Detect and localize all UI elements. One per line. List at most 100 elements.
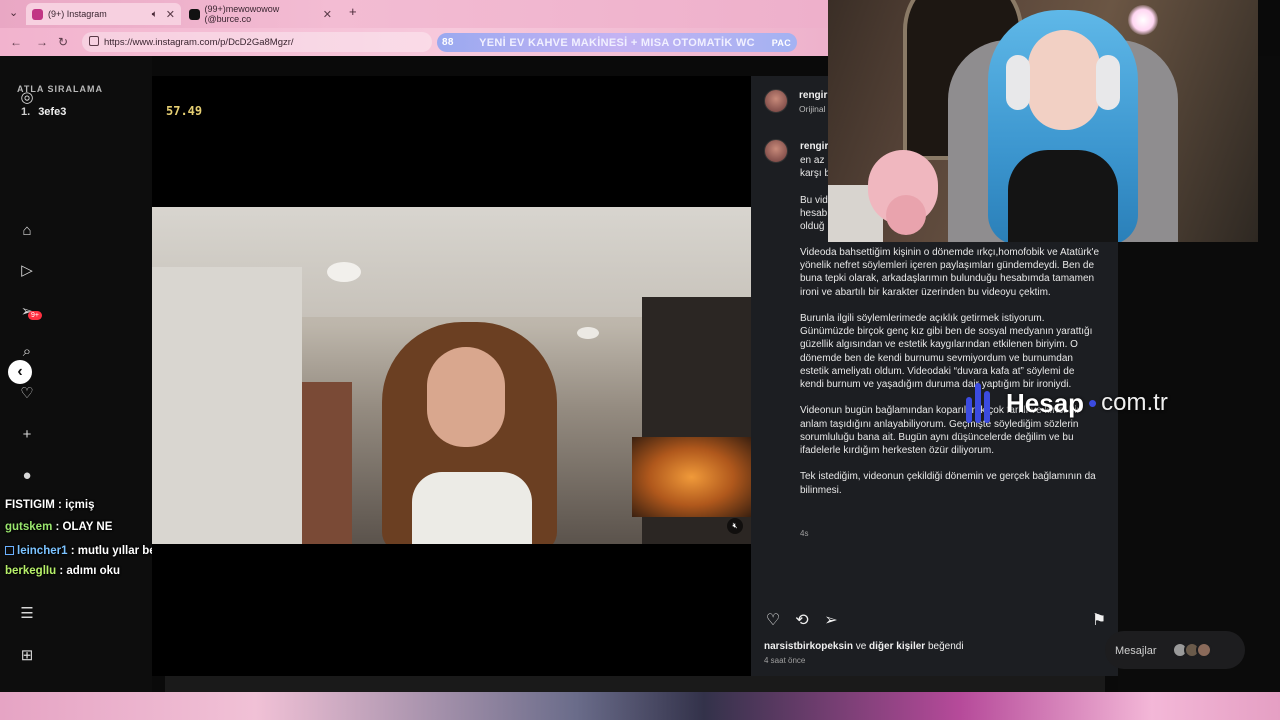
browser-tab-bar: ⌄ (9+) Instagram 🔈︎ ✕ (99+)mewowowow (@b… (0, 0, 828, 28)
chat-text: : içmiş (58, 499, 95, 511)
caption-timestamp[interactable]: 4s (800, 529, 808, 538)
author-handle[interactable]: rengir (799, 90, 827, 101)
watermark-dot-icon: • (1088, 387, 1098, 418)
chat-text: : OLAY NE (55, 521, 113, 533)
post-caption: Videoda bahsettiğim kişinin o dönemde ır… (800, 246, 1100, 510)
webcam-lamp (1128, 5, 1158, 35)
overlay-marquee-banner: 88 YENİ EV KAHVE MAKİNESİ + MISA OTOMATİ… (437, 33, 797, 52)
url-text: https://www.instagram.com/p/DcD2Ga8Mgzr/ (104, 36, 294, 48)
tab-label: (9+) Instagram (48, 9, 107, 19)
leaderboard-entry: 1. 3efe3 (21, 106, 66, 118)
leaderboard-name: 3efe3 (38, 106, 67, 118)
liked-by-text: narsistbirkopeksin ve diğer kişiler beğe… (764, 641, 964, 652)
previous-post-chevron-icon[interactable]: ‹ (8, 360, 32, 384)
liked-by-others[interactable]: diğer kişiler (869, 641, 925, 652)
instagram-favicon-icon (32, 8, 43, 20)
caption-fragment: en az (800, 155, 825, 166)
webcam-plush-bear (886, 195, 926, 235)
chat-message: berkeglIu : adımı oku (5, 565, 120, 577)
video-person-shirt (412, 472, 532, 544)
browser-address-bar: ← → ↻ https://www.instagram.com/p/DcD2Ga… (0, 28, 828, 56)
like-heart-icon[interactable]: ♡ (763, 610, 783, 630)
chat-user: gutskem (5, 521, 53, 533)
chat-user: FISTIGIM (5, 499, 55, 511)
watermark-tld: com.tr (1101, 389, 1168, 416)
watermark-bars-icon (966, 383, 998, 423)
author-avatar[interactable] (764, 89, 788, 113)
back-arrow-icon[interactable]: ← (10, 35, 22, 49)
tab-label: (99+)mewowowow (@burce.co (204, 4, 280, 24)
marquee-number: 88 (442, 37, 454, 48)
liked-by-connector: ve (852, 641, 870, 652)
avatar (1196, 642, 1212, 658)
stream-bottom-banner (0, 692, 1280, 720)
tiktok-favicon-icon (189, 8, 200, 20)
forward-arrow-icon[interactable]: → (36, 35, 48, 49)
video-ceiling-light (577, 327, 599, 339)
notification-badge: 9+ (28, 311, 42, 320)
video-oven-light (632, 437, 751, 517)
chat-message: gutskem : OLAY NE (5, 521, 112, 533)
liked-by-user[interactable]: narsistbirkopeksin (764, 641, 853, 652)
url-input[interactable]: https://www.instagram.com/p/DcD2Ga8Mgzr/ (82, 32, 432, 52)
create-plus-icon[interactable]: + (18, 425, 36, 443)
comment-author-avatar[interactable] (764, 139, 788, 163)
marquee-suffix: PAC (771, 37, 791, 48)
watermark-brand: Hesap (1006, 387, 1085, 418)
webcam-headset (1006, 55, 1030, 110)
caption-fragment: karşı b (800, 168, 831, 179)
tab-instagram[interactable]: (9+) Instagram 🔈︎ ✕ (26, 3, 181, 25)
overlay-timer: 57.49 (166, 104, 203, 118)
menu-icon[interactable]: ☰ (18, 604, 36, 622)
webcam-face (1028, 30, 1100, 130)
grid-apps-icon[interactable]: ⊞ (18, 646, 36, 664)
posted-time[interactable]: 4 saat önce (764, 656, 805, 665)
site-info-icon[interactable] (89, 36, 99, 46)
save-bookmark-icon[interactable]: ⚑ (1089, 610, 1109, 630)
search-icon[interactable]: ⌕ (18, 342, 36, 360)
video-wall (152, 267, 302, 544)
comment-author-handle[interactable]: rengir (800, 141, 828, 152)
share-send-icon[interactable]: ➢ (821, 610, 841, 630)
repost-icon[interactable]: ⟲ (792, 610, 812, 630)
marquee-text: YENİ EV KAHVE MAKİNESİ + MISA OTOMATİK W… (479, 36, 755, 49)
profile-avatar-icon[interactable]: ● (18, 466, 36, 484)
close-icon[interactable]: ✕ (166, 8, 175, 21)
post-video[interactable]: 🔇︎ (152, 207, 751, 544)
reels-icon[interactable]: ▷ (18, 261, 36, 279)
audio-label[interactable]: Orijinal (799, 104, 825, 114)
caption-paragraph: Burunla ilgili söylemlerimede açıklık ge… (800, 313, 1093, 391)
video-person-face (427, 347, 505, 447)
video-brick-pillar (302, 382, 352, 544)
liked-by-suffix: beğendi (925, 641, 964, 652)
caption-fragment: hesab (800, 208, 828, 219)
new-tab-plus-icon[interactable]: + (349, 4, 357, 19)
chat-text: : adımı oku (59, 565, 121, 577)
leaderboard-title: ATLA SIRALAMA (17, 84, 103, 94)
caption-fragment: olduğ (800, 221, 825, 232)
mute-speaker-icon[interactable]: 🔇︎ (727, 518, 743, 534)
webcam-headset (1096, 55, 1120, 110)
chat-user: leincher1 (17, 545, 68, 557)
streamer-webcam (828, 0, 1258, 242)
platform-icon (5, 546, 14, 555)
leaderboard-rank: 1. (21, 106, 31, 118)
close-icon[interactable]: ✕ (323, 8, 332, 21)
messages-avatars (1172, 642, 1224, 658)
messages-label: Mesajlar (1115, 645, 1157, 657)
watermark-logo: Hesap • com.tr (966, 383, 1168, 423)
tab-tiktok[interactable]: (99+)mewowowow (@burce.co ✕ (183, 3, 338, 25)
heart-icon[interactable]: ♡ (18, 384, 36, 402)
chat-message: FISTIGIM : içmiş (5, 499, 94, 511)
webcam-top (1008, 150, 1118, 242)
video-ceiling-light (327, 262, 361, 282)
chat-user: berkeglIu (5, 565, 57, 577)
reload-icon[interactable]: ↻ (58, 35, 68, 49)
speaker-icon[interactable]: 🔈︎ (152, 9, 158, 20)
video-person (382, 322, 557, 544)
tab-list-chevron-icon[interactable]: ⌄ (9, 6, 18, 19)
bottom-thumbnail-strip (165, 676, 1105, 692)
caption-paragraph: Tek istediğim, videonun çekildiği dönemi… (800, 471, 1096, 496)
caption-paragraph: Videoda bahsettiğim kişinin o dönemde ır… (800, 247, 1100, 298)
home-icon[interactable]: ⌂ (18, 221, 36, 239)
